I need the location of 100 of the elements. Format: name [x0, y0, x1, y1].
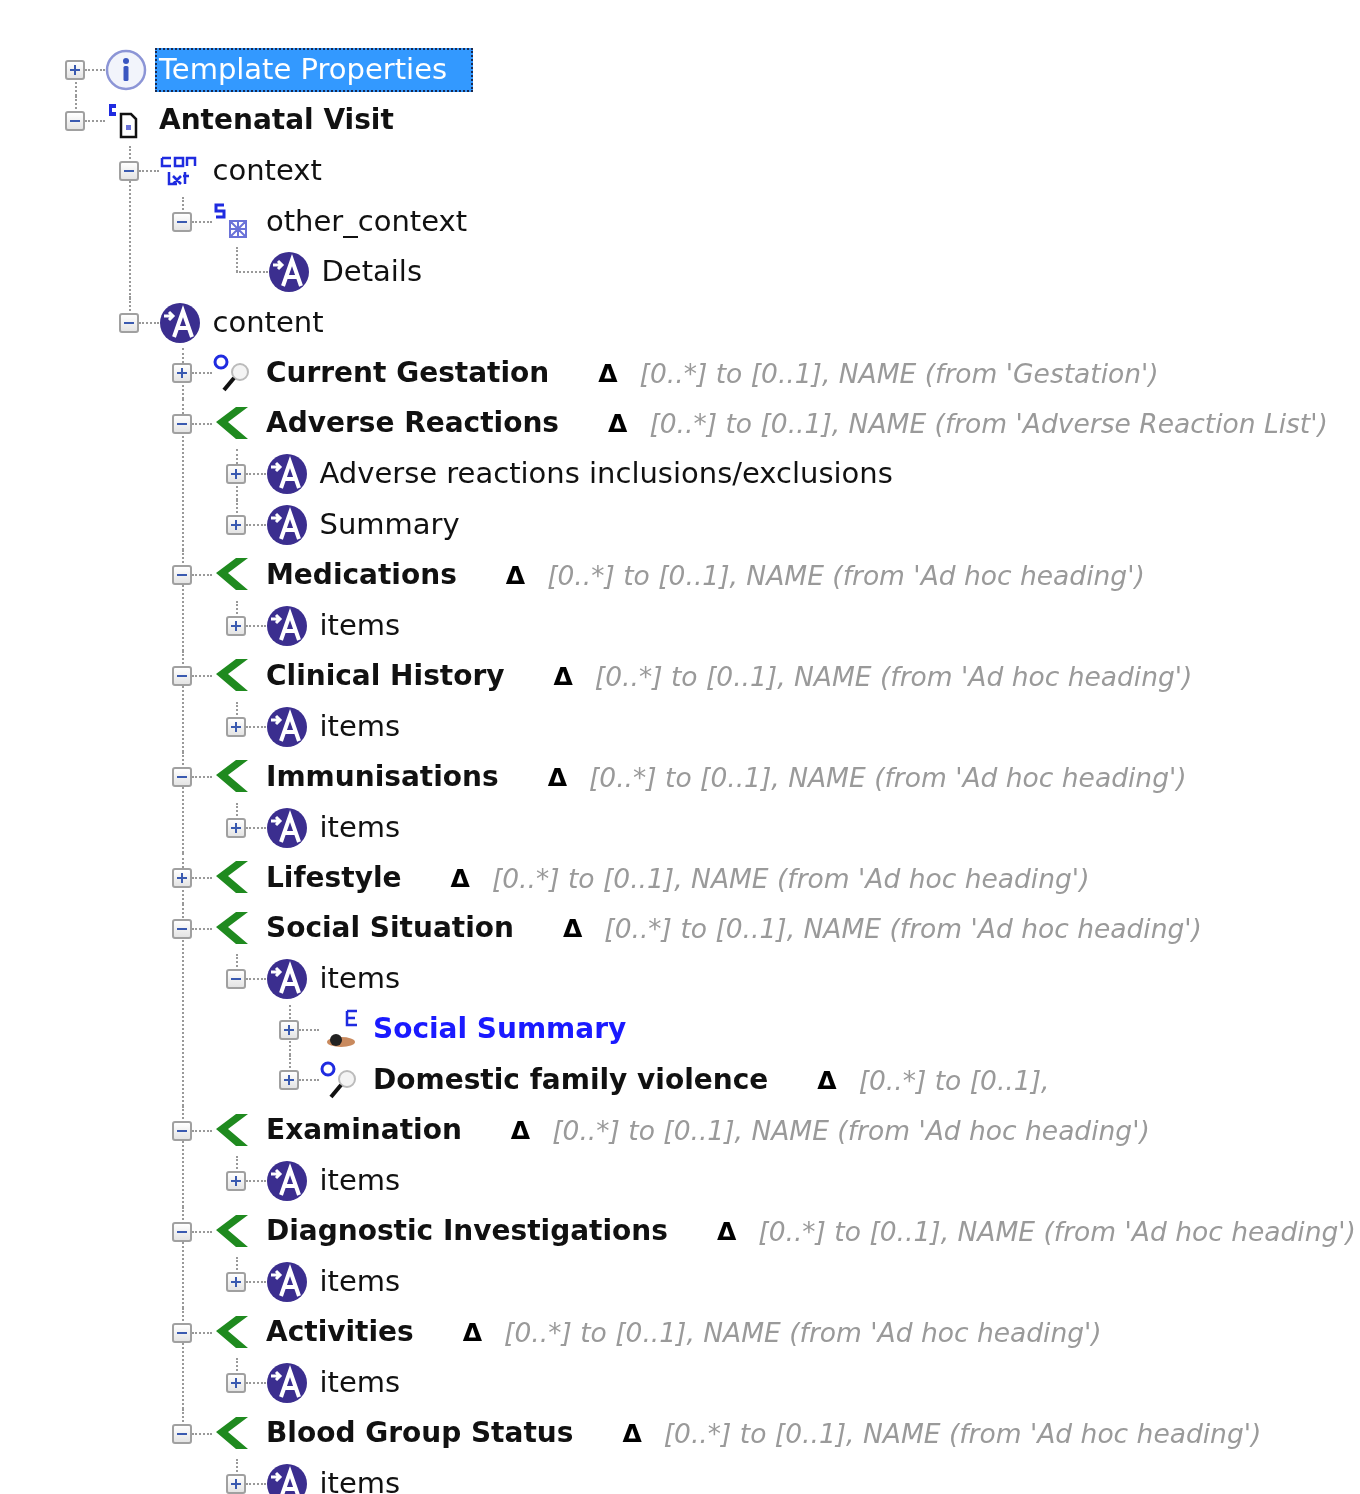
tree-item[interactable]: items — [315, 603, 427, 648]
collapse-button[interactable] — [118, 161, 139, 182]
expand-button[interactable] — [225, 615, 246, 636]
plus-icon — [229, 1377, 242, 1390]
plus-icon — [176, 367, 188, 380]
expand-button[interactable] — [279, 1019, 299, 1040]
tree-item[interactable]: items — [315, 957, 427, 1002]
delta-mark: Δ — [622, 1419, 642, 1449]
plus-icon — [229, 468, 242, 481]
tree-item[interactable]: Adverse Reactions — [262, 402, 586, 446]
collapse-button[interactable] — [172, 211, 192, 232]
collapse-button[interactable] — [172, 565, 192, 586]
tree-item[interactable]: Summary — [315, 502, 486, 547]
delta-mark: Δ — [562, 914, 583, 944]
tree-item[interactable]: Current Gestation — [262, 351, 576, 395]
expand-button[interactable] — [225, 1272, 246, 1293]
tree-item[interactable]: other_context — [262, 199, 494, 244]
plus-icon — [283, 1074, 295, 1087]
collapse-button[interactable] — [65, 110, 85, 131]
change-note: [0..*] to [0..1], NAME (from 'Ad hoc heading') — [547, 559, 1145, 591]
arrow-circle-icon — [265, 503, 308, 546]
expand-button[interactable] — [172, 363, 192, 384]
expand-button[interactable] — [225, 817, 246, 838]
change-note: [0..*] to [0..1], NAME (from 'Gestation') — [639, 357, 1159, 389]
expand-button[interactable] — [65, 60, 85, 81]
info-icon — [105, 49, 147, 92]
delta-mark: Δ — [547, 762, 567, 792]
collapse-button[interactable] — [225, 969, 246, 990]
tree-item[interactable]: Lifestyle — [262, 856, 428, 900]
tree-item[interactable]: Domestic family violence — [369, 1058, 795, 1102]
expand-button[interactable] — [172, 868, 192, 889]
tree-item[interactable]: Activities — [262, 1311, 440, 1355]
collapse-button[interactable] — [172, 413, 192, 434]
delta-mark: Δ — [553, 661, 573, 691]
delta-mark: Δ — [598, 358, 618, 388]
delta-mark: Δ — [510, 1116, 531, 1146]
delta-mark: Δ — [505, 560, 526, 590]
expand-button[interactable] — [225, 1474, 246, 1494]
tree-item[interactable]: items — [315, 1159, 427, 1204]
change-note: [0..*] to [0..1], NAME (from 'Ad hoc heading') — [504, 1317, 1102, 1349]
change-note: [0..*] to [0..1], NAME (from 'Ad hoc heading') — [589, 761, 1187, 793]
tree-item-link[interactable]: Social Summary — [369, 1008, 653, 1052]
plus-icon — [229, 1478, 242, 1491]
arrow-circle-icon — [265, 806, 308, 849]
tree-item[interactable]: Antenatal Visit — [155, 99, 420, 143]
plus-icon — [176, 872, 188, 885]
arrow-circle-icon — [265, 1160, 308, 1203]
delta-mark: Δ — [608, 409, 628, 439]
change-note: [0..*] to [0..1], NAME (from 'Ad hoc heading') — [491, 862, 1090, 894]
change-note: [0..*] to [0..1], NAME (from 'Adverse Reaction List') — [649, 408, 1328, 440]
collapse-button[interactable] — [172, 666, 192, 687]
arrow-circle-icon — [265, 1362, 308, 1405]
arrow-circle-icon — [265, 1261, 308, 1304]
change-note: [0..*] to [0..1], NAME (from 'Ad hoc heading') — [758, 1216, 1356, 1248]
plus-icon — [229, 1276, 242, 1289]
collapse-button[interactable] — [172, 1322, 192, 1343]
collapse-button[interactable] — [118, 312, 139, 333]
tree-item[interactable]: items — [315, 704, 427, 749]
arrow-circle-icon — [265, 453, 308, 496]
arrow-circle-icon — [265, 604, 308, 647]
change-note: [0..*] to [0..1], — [858, 1064, 1050, 1096]
collapse-button[interactable] — [172, 1423, 192, 1444]
tree-item[interactable]: items — [315, 805, 427, 850]
tree-item[interactable]: Clinical History — [262, 654, 531, 698]
tree-item[interactable]: Adverse reactions inclusions/exclusions — [315, 452, 919, 497]
delta-mark: Δ — [462, 1318, 483, 1348]
change-note: [0..*] to [0..1], NAME (from 'Ad hoc heading') — [594, 660, 1193, 692]
plus-icon — [229, 821, 242, 834]
expand-button[interactable] — [225, 1171, 246, 1192]
plus-icon — [69, 64, 81, 77]
arrow-circle-icon — [158, 301, 201, 344]
tree-item[interactable]: items — [315, 1260, 427, 1305]
expand-button[interactable] — [225, 1373, 246, 1394]
expand-button[interactable] — [225, 464, 246, 485]
collapse-button[interactable] — [172, 1120, 192, 1141]
plus-icon — [229, 1175, 242, 1188]
collapse-button[interactable] — [172, 767, 192, 788]
delta-mark: Δ — [716, 1217, 737, 1247]
tree-item[interactable]: Diagnostic Investigations — [262, 1210, 694, 1254]
tree-item[interactable]: Blood Group Status — [262, 1412, 600, 1456]
expand-button[interactable] — [225, 716, 246, 737]
tree-item[interactable]: Social Situation — [262, 907, 540, 951]
plus-icon — [283, 1023, 295, 1036]
collapse-button[interactable] — [172, 1221, 192, 1242]
tree-item[interactable]: context — [208, 149, 348, 194]
tree-item[interactable]: Examination — [262, 1109, 488, 1153]
tree-item[interactable]: items — [315, 1361, 427, 1406]
plus-icon — [229, 619, 242, 632]
tree-item[interactable]: Details — [317, 250, 449, 295]
plus-icon — [229, 720, 242, 733]
expand-button[interactable] — [225, 514, 246, 535]
collapse-button[interactable] — [172, 918, 192, 939]
plus-icon — [229, 518, 242, 531]
tree-item[interactable]: items — [315, 1462, 427, 1494]
delta-mark: Δ — [450, 863, 470, 893]
expand-button[interactable] — [279, 1070, 299, 1091]
delta-mark: Δ — [817, 1065, 837, 1095]
tree-item[interactable]: Medications — [262, 553, 483, 597]
tree-item[interactable]: content — [208, 300, 350, 345]
tree-item[interactable]: Immunisations — [262, 755, 525, 799]
